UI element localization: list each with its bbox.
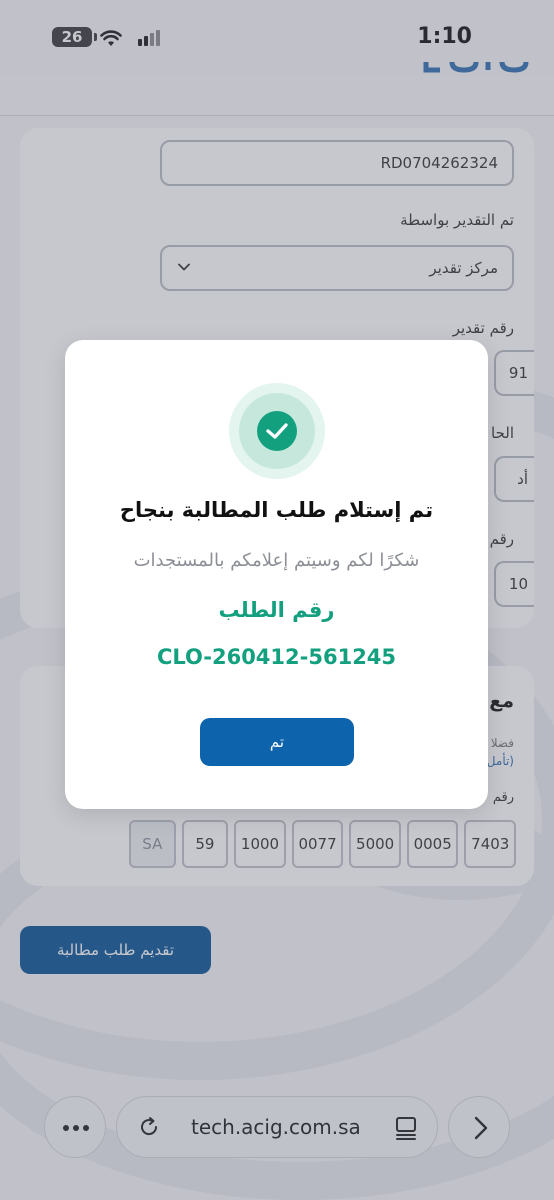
modal-subtitle: شكرًا لكم وسيتم إعلامكم بالمستجدات: [133, 550, 420, 571]
checkmark-icon: [266, 423, 288, 439]
modal-title: تم إستلام طلب المطالبة بنجاح: [119, 498, 434, 522]
check-circle-icon: [257, 411, 297, 451]
success-icon-halo: [239, 393, 315, 469]
request-number-label: رقم الطلب: [218, 598, 335, 622]
request-number: CLO-260412-561245: [156, 645, 397, 669]
ok-button[interactable]: تم: [200, 718, 354, 766]
success-modal: تم إستلام طلب المطالبة بنجاح شكرًا لكم و…: [65, 340, 488, 809]
success-icon-ring: [229, 383, 325, 479]
